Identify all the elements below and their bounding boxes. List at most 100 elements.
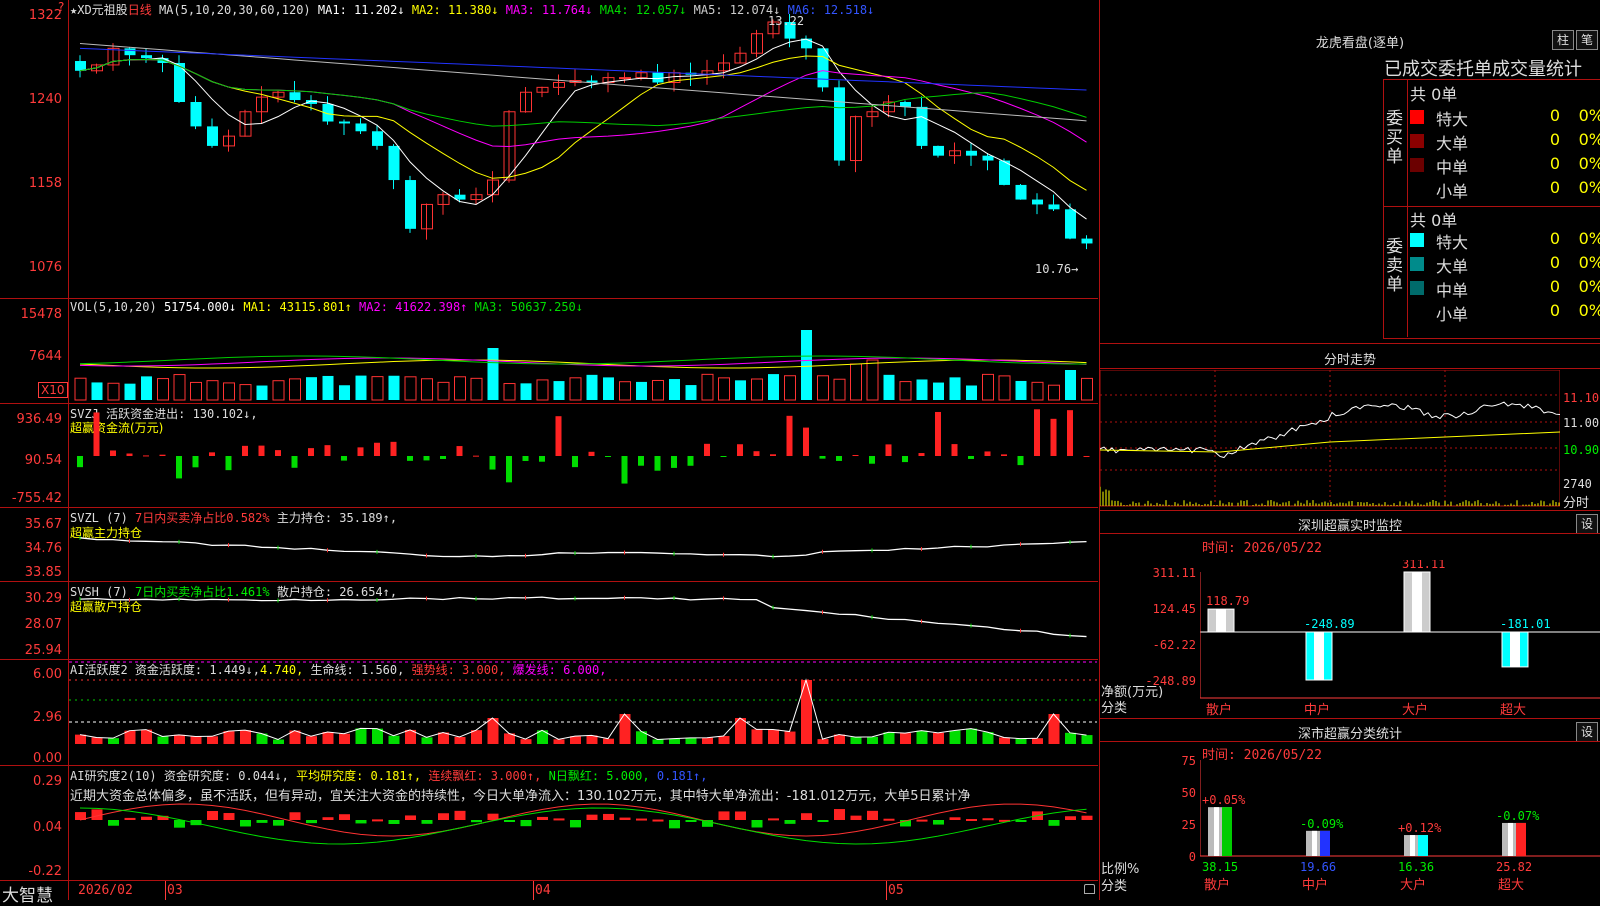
candle-body [916, 106, 928, 146]
candle-body [207, 126, 218, 146]
candle-body [1065, 209, 1076, 239]
buy-row: 特大 0 0% [1410, 106, 1600, 129]
row-pct: 0% [1578, 301, 1600, 320]
svsh-ytick: 28.07 [24, 617, 62, 632]
ai1-ytick: 0.00 [33, 751, 62, 766]
candle-body [339, 121, 350, 124]
row-pct: 0% [1578, 154, 1600, 173]
research-bar [256, 820, 268, 823]
activity-bar [108, 738, 119, 744]
flow-bar [423, 456, 430, 461]
settings-button[interactable]: 设 [1576, 514, 1598, 534]
vol-ytick: 15478 [20, 307, 62, 322]
vol-bar [487, 348, 499, 400]
sz-class-ytick: 50 [1181, 786, 1196, 800]
activity-line [79, 678, 1087, 741]
activity-bar [784, 731, 796, 744]
candle-body [933, 145, 944, 156]
research-bar [603, 813, 614, 820]
activity-bar [883, 732, 895, 744]
flow-bar [407, 456, 413, 461]
holding-line [79, 537, 1087, 558]
flow-bar [192, 456, 199, 468]
research-bar [883, 818, 895, 821]
sz-monitor-ytick: 311.11 [1152, 566, 1196, 580]
kline-chart[interactable] [69, 14, 1097, 298]
ai1-ytick: 2.96 [33, 710, 62, 725]
ma-line [79, 58, 1087, 147]
ai2-chart[interactable] [69, 800, 1097, 880]
research-bar [124, 817, 136, 820]
separator [0, 298, 1098, 299]
xaxis-label: 2026/02 [78, 883, 133, 898]
research-bar [652, 819, 664, 822]
flow-bar [836, 456, 842, 461]
row-label: 特大 [1436, 110, 1469, 129]
research-bar [1048, 820, 1060, 826]
flow-bar [737, 444, 743, 456]
sz-monitor-chart[interactable]: 118.79 散户 -248.89 中户 311.11 大户 -181.01 超大 [1200, 560, 1600, 720]
vol-bar [190, 381, 202, 401]
row-pct: 0% [1578, 178, 1600, 197]
row-label: 小单 [1436, 182, 1469, 201]
ai2-label3: 连续飘红: 3.000↑, [428, 769, 542, 783]
category-label: 中户 [1302, 877, 1328, 893]
ai1-chart[interactable] [69, 660, 1097, 764]
research-bar [322, 817, 334, 820]
row-count: 0 [1549, 277, 1560, 296]
separator [1099, 510, 1600, 511]
flow-bar [126, 453, 133, 456]
flow-bar [605, 456, 611, 457]
research-bar [174, 820, 185, 828]
candle-body [355, 123, 367, 132]
bar-mode-button[interactable]: 柱 [1552, 30, 1574, 50]
dragon-col-sep [1407, 79, 1408, 337]
xaxis-label: 03 [167, 883, 183, 898]
lock-icon[interactable] [1084, 884, 1095, 894]
research-bar [355, 820, 367, 824]
color-swatch [1410, 281, 1424, 295]
candle-body [834, 87, 845, 161]
vol-bar [669, 379, 680, 400]
flow-bar [572, 456, 578, 468]
svzl-chart[interactable] [69, 508, 1097, 580]
flow-bar [324, 445, 331, 456]
vol-bar [470, 377, 483, 401]
vol-chart[interactable] [69, 314, 1097, 402]
flow-bar [390, 441, 397, 456]
activity-bar [273, 739, 284, 744]
row-pct: 0% [1578, 277, 1600, 296]
activity-bar [999, 737, 1010, 744]
separator [1099, 343, 1600, 344]
vol-bar [503, 383, 516, 401]
ratio-bar-accent [1320, 830, 1330, 856]
flow-bar [242, 445, 248, 456]
sz-class-chart[interactable]: +0.05% 38.15 散户 -0.09% 19.66 中户 +0.12% 16.36 大户 -… [1200, 760, 1600, 900]
research-bar [784, 820, 796, 824]
activity-bar [553, 739, 565, 744]
row-pct: 0% [1578, 106, 1600, 125]
activity-bar [900, 733, 911, 744]
flow-bar [341, 456, 347, 461]
sz-class-ytick: 25 [1181, 818, 1196, 832]
net-bar-highlight [1412, 572, 1422, 632]
sz-monitor-ytick: -62.22 [1152, 638, 1196, 652]
svsh-chart[interactable] [69, 582, 1097, 658]
value-label: 16.36 [1398, 860, 1434, 874]
svzl-ytick: 35.67 [24, 517, 62, 532]
activity-bar [702, 737, 713, 744]
activity-bar [768, 729, 779, 744]
ai2-ytick: 0.29 [33, 774, 62, 789]
research-bar [421, 820, 433, 824]
flow-bar [1067, 410, 1073, 456]
activity-bar [1065, 732, 1076, 744]
vol-bar [157, 378, 169, 401]
tick-mode-button[interactable]: 笔 [1576, 30, 1598, 50]
intraday-chart[interactable] [1100, 370, 1560, 508]
research-bar [751, 820, 763, 828]
settings-button[interactable]: 设 [1576, 722, 1598, 742]
activity-bar [570, 736, 581, 744]
svzj-chart[interactable] [69, 404, 1097, 506]
value-label: 19.66 [1300, 860, 1336, 874]
flow-bar [1050, 418, 1057, 456]
